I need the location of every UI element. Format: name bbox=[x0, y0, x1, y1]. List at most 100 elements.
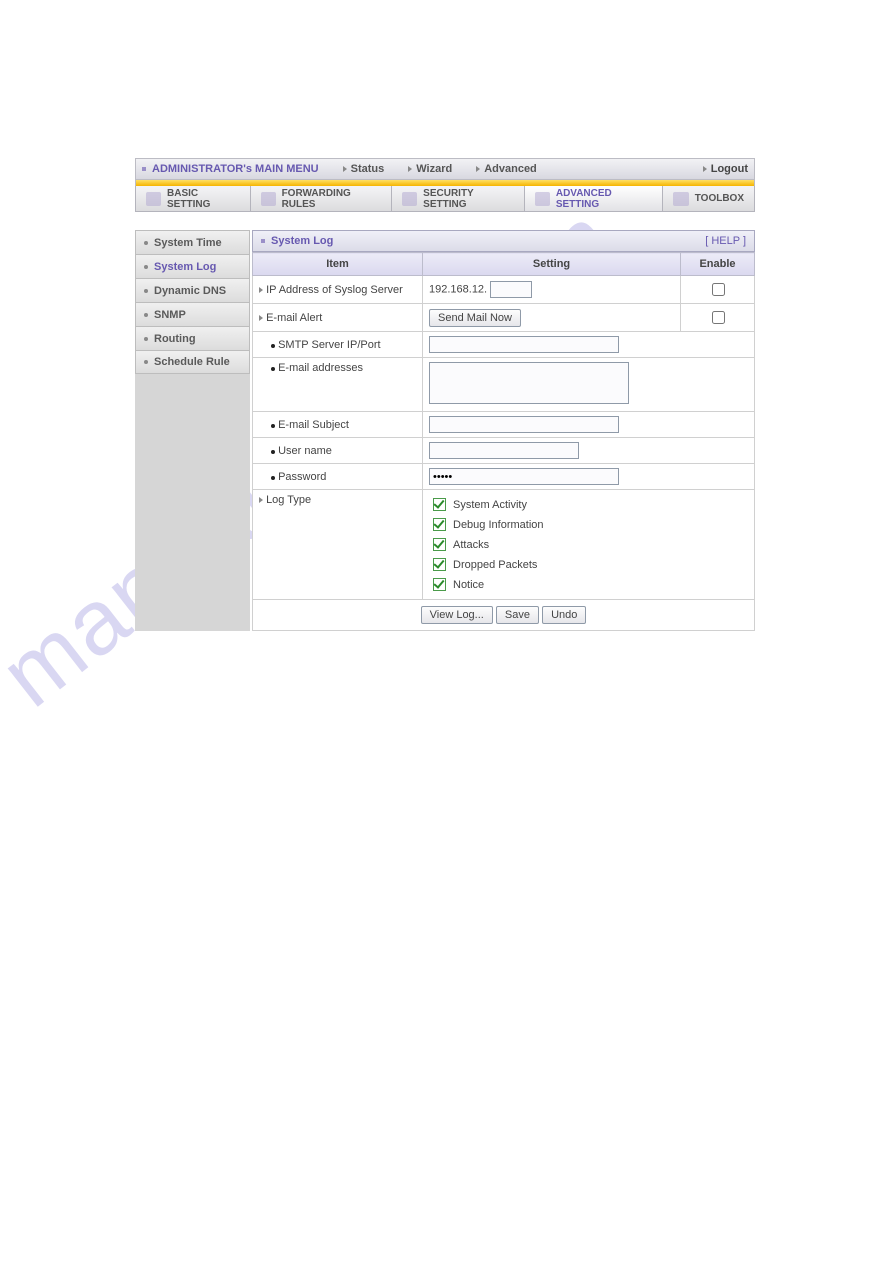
arrow-icon bbox=[703, 166, 707, 172]
log-type-option[interactable]: System Activity bbox=[429, 495, 748, 514]
topbar-status-label: Status bbox=[351, 163, 385, 175]
sidebar: System Time System Log Dynamic DNS SNMP … bbox=[135, 230, 250, 631]
notice-checkbox[interactable] bbox=[433, 578, 446, 591]
row-label: E-mail addresses bbox=[278, 362, 363, 374]
square-icon bbox=[142, 167, 146, 171]
tab-advanced-setting[interactable]: ADVANCED SETTING bbox=[525, 186, 663, 211]
ip-prefix: 192.168.12. bbox=[429, 284, 487, 296]
help-link[interactable]: [ HELP ] bbox=[705, 235, 746, 247]
syslog-enable-checkbox[interactable] bbox=[712, 283, 725, 296]
log-type-label: System Activity bbox=[453, 499, 527, 511]
log-type-option[interactable]: Attacks bbox=[429, 535, 748, 554]
syslog-ip-suffix-input[interactable] bbox=[490, 281, 532, 298]
view-log-button[interactable]: View Log... bbox=[421, 606, 493, 624]
toolbox-icon bbox=[673, 192, 689, 206]
main-panel: System Log [ HELP ] Item Setting Enable … bbox=[252, 230, 755, 631]
username-input[interactable] bbox=[429, 442, 579, 459]
save-button[interactable]: Save bbox=[496, 606, 539, 624]
log-type-option[interactable]: Notice bbox=[429, 575, 748, 594]
sidebar-item-system-time[interactable]: System Time bbox=[135, 230, 250, 254]
undo-button[interactable]: Undo bbox=[542, 606, 586, 624]
square-icon bbox=[261, 239, 265, 243]
row-label: Log Type bbox=[266, 494, 311, 506]
arrow-icon bbox=[259, 497, 263, 503]
tab-label: ADVANCED SETTING bbox=[556, 188, 652, 210]
tab-security-setting[interactable]: SECURITY SETTING bbox=[392, 186, 525, 211]
dot-icon bbox=[144, 289, 148, 293]
log-type-option[interactable]: Debug Information bbox=[429, 515, 748, 534]
dropped-packets-checkbox[interactable] bbox=[433, 558, 446, 571]
bullet-icon bbox=[271, 367, 275, 371]
email-subject-input[interactable] bbox=[429, 416, 619, 433]
log-type-label: Dropped Packets bbox=[453, 559, 537, 571]
sidebar-item-label: Schedule Rule bbox=[154, 356, 230, 368]
tab-label: FORWARDING RULES bbox=[282, 188, 382, 210]
bullet-icon bbox=[271, 450, 275, 454]
arrow-icon bbox=[259, 315, 263, 321]
main-menu-title: ADMINISTRATOR's MAIN MENU bbox=[142, 163, 319, 175]
row-password: Password bbox=[253, 464, 755, 490]
password-input[interactable] bbox=[429, 468, 619, 485]
smtp-server-input[interactable] bbox=[429, 336, 619, 353]
advanced-setting-icon bbox=[535, 192, 550, 206]
topbar-wizard-label: Wizard bbox=[416, 163, 452, 175]
sidebar-item-label: System Time bbox=[154, 237, 222, 249]
basic-setting-icon bbox=[146, 192, 161, 206]
panel-header: System Log [ HELP ] bbox=[252, 230, 755, 252]
logout-link[interactable]: Logout bbox=[703, 163, 748, 175]
row-email-alert: E-mail Alert Send Mail Now bbox=[253, 304, 755, 332]
arrow-icon bbox=[408, 166, 412, 172]
attacks-checkbox[interactable] bbox=[433, 538, 446, 551]
arrow-icon bbox=[343, 166, 347, 172]
topbar-wizard[interactable]: Wizard bbox=[408, 163, 452, 175]
col-item: Item bbox=[253, 253, 423, 276]
email-alert-enable-checkbox[interactable] bbox=[712, 311, 725, 324]
email-addresses-textarea[interactable] bbox=[429, 362, 629, 404]
log-type-label: Attacks bbox=[453, 539, 489, 551]
tab-toolbox[interactable]: TOOLBOX bbox=[663, 186, 754, 211]
sidebar-item-snmp[interactable]: SNMP bbox=[135, 302, 250, 326]
tab-basic-setting[interactable]: BASIC SETTING bbox=[136, 186, 251, 211]
row-label: E-mail Alert bbox=[266, 312, 322, 324]
dot-icon bbox=[144, 360, 148, 364]
tab-bar: BASIC SETTING FORWARDING RULES SECURITY … bbox=[135, 186, 755, 212]
settings-table: Item Setting Enable IP Address of Syslog… bbox=[252, 252, 755, 631]
row-email-subject: E-mail Subject bbox=[253, 412, 755, 438]
sidebar-item-routing[interactable]: Routing bbox=[135, 326, 250, 350]
row-log-type: Log Type System Activity Debug Informati… bbox=[253, 490, 755, 600]
debug-information-checkbox[interactable] bbox=[433, 518, 446, 531]
dot-icon bbox=[144, 313, 148, 317]
sidebar-item-schedule-rule[interactable]: Schedule Rule bbox=[135, 350, 250, 374]
arrow-icon bbox=[259, 287, 263, 293]
log-type-option[interactable]: Dropped Packets bbox=[429, 555, 748, 574]
dot-icon bbox=[144, 241, 148, 245]
row-label: SMTP Server IP/Port bbox=[278, 339, 381, 351]
send-mail-now-button[interactable]: Send Mail Now bbox=[429, 309, 521, 327]
sidebar-item-label: SNMP bbox=[154, 309, 186, 321]
forwarding-rules-icon bbox=[261, 192, 276, 206]
tab-label: TOOLBOX bbox=[695, 193, 744, 204]
sidebar-item-label: Routing bbox=[154, 333, 196, 345]
row-smtp-server: SMTP Server IP/Port bbox=[253, 332, 755, 358]
row-syslog-server: IP Address of Syslog Server 192.168.12. bbox=[253, 276, 755, 304]
sidebar-item-label: Dynamic DNS bbox=[154, 285, 226, 297]
tab-label: SECURITY SETTING bbox=[423, 188, 514, 210]
col-setting: Setting bbox=[423, 253, 681, 276]
system-activity-checkbox[interactable] bbox=[433, 498, 446, 511]
sidebar-item-system-log[interactable]: System Log bbox=[135, 254, 250, 278]
top-menu-bar: ADMINISTRATOR's MAIN MENU Status Wizard … bbox=[135, 158, 755, 180]
row-label: IP Address of Syslog Server bbox=[266, 284, 403, 296]
row-username: User name bbox=[253, 438, 755, 464]
security-setting-icon bbox=[402, 192, 417, 206]
row-actions: View Log... Save Undo bbox=[253, 600, 755, 631]
sidebar-item-dynamic-dns[interactable]: Dynamic DNS bbox=[135, 278, 250, 302]
sidebar-item-label: System Log bbox=[154, 261, 216, 273]
tab-forwarding-rules[interactable]: FORWARDING RULES bbox=[251, 186, 393, 211]
bullet-icon bbox=[271, 344, 275, 348]
dot-icon bbox=[144, 337, 148, 341]
col-enable: Enable bbox=[681, 253, 755, 276]
topbar-status[interactable]: Status bbox=[343, 163, 385, 175]
panel-title: System Log bbox=[271, 235, 333, 247]
topbar-advanced[interactable]: Advanced bbox=[476, 163, 537, 175]
tab-label: BASIC SETTING bbox=[167, 188, 240, 210]
